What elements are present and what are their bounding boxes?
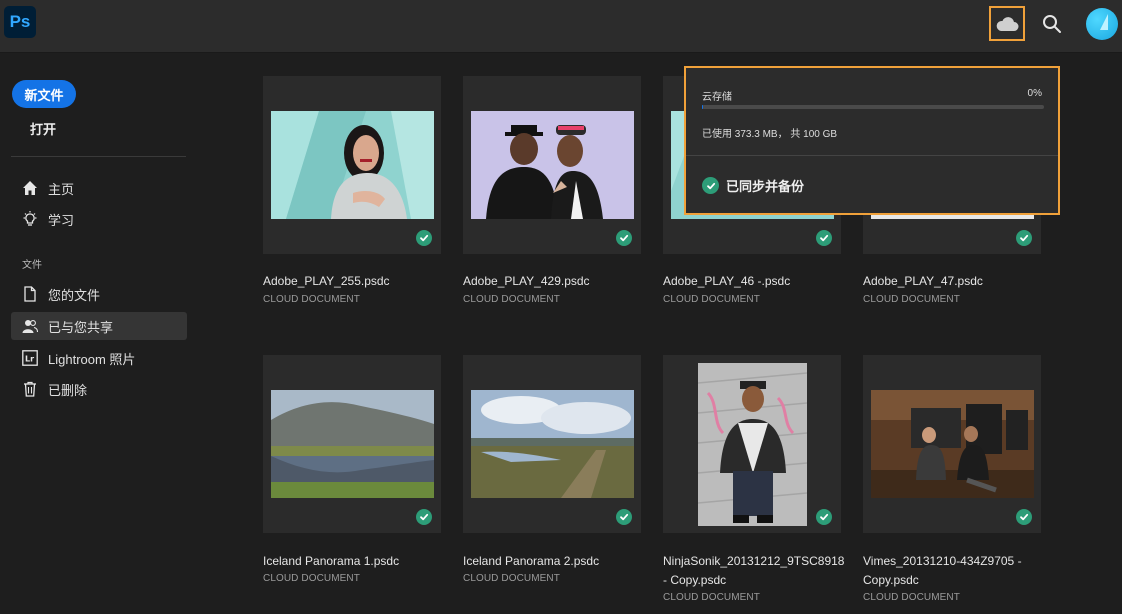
file-card[interactable]	[263, 355, 441, 533]
sidebar-item-label: 主页	[48, 181, 75, 197]
file-card[interactable]	[263, 76, 441, 254]
sidebar-item-home[interactable]: 主页	[11, 174, 187, 202]
sidebar: 新文件 打开 主页 学习 文件 您的文件 已与您共享 Lr Lightroom …	[0, 53, 200, 614]
user-avatar[interactable]	[1086, 8, 1118, 40]
file-card[interactable]	[463, 355, 641, 533]
file-type: CLOUD DOCUMENT	[463, 294, 560, 305]
cloud-icon	[996, 16, 1019, 31]
file-type: CLOUD DOCUMENT	[263, 294, 360, 305]
lightroom-icon: Lr	[21, 349, 39, 367]
file-name: Adobe_PLAY_46 -.psdc	[663, 274, 791, 288]
synced-check-icon	[816, 509, 832, 525]
sidebar-item-label: 已删除	[48, 382, 88, 398]
file-name: Adobe_PLAY_47.psdc	[863, 274, 983, 288]
file-thumbnail	[871, 390, 1034, 498]
file-type: CLOUD DOCUMENT	[863, 294, 960, 305]
sidebar-item-label: 已与您共享	[48, 319, 114, 335]
search-icon	[1043, 15, 1061, 33]
file-type: CLOUD DOCUMENT	[863, 592, 960, 603]
new-file-button[interactable]: 新文件	[12, 80, 76, 108]
file-card[interactable]	[663, 355, 841, 533]
top-bar: Ps	[0, 0, 1122, 53]
sync-status: 已同步并备份	[702, 176, 804, 195]
storage-title: 云存储	[702, 92, 732, 103]
sidebar-item-learn[interactable]: 学习	[11, 205, 187, 233]
sidebar-item-lightroom-photos[interactable]: Lr Lightroom 照片	[11, 344, 187, 372]
synced-check-icon	[702, 177, 719, 194]
sidebar-item-shared-with-you[interactable]: 已与您共享	[11, 312, 187, 340]
popover-divider	[686, 155, 1058, 156]
files-section-label: 文件	[22, 260, 42, 271]
synced-check-icon	[1016, 509, 1032, 525]
document-icon	[21, 285, 39, 303]
svg-text:Lr: Lr	[25, 355, 34, 364]
sidebar-item-label: Lightroom 照片	[48, 351, 136, 367]
sidebar-divider	[11, 156, 186, 157]
storage-usage-fill	[702, 105, 704, 109]
synced-check-icon	[816, 230, 832, 246]
storage-usage-bar	[702, 105, 1044, 109]
file-name: Adobe_PLAY_429.psdc	[463, 274, 590, 288]
file-name: Iceland Panorama 1.psdc	[263, 554, 400, 568]
file-name: NinjaSonik_20131212_9TSC8918 - Copy.psdc	[663, 554, 845, 587]
file-type: CLOUD DOCUMENT	[663, 592, 760, 603]
synced-check-icon	[1016, 230, 1032, 246]
cloud-storage-button[interactable]	[989, 6, 1025, 41]
sidebar-item-deleted[interactable]: 已删除	[11, 375, 187, 403]
people-icon	[21, 317, 39, 335]
synced-check-icon	[616, 509, 632, 525]
synced-check-icon	[416, 509, 432, 525]
file-name: Vimes_20131210-434Z9705 - Copy.psdc	[863, 554, 1022, 587]
cloud-storage-popover: 云存储 0% 已使用 373.3 MB， 共 100 GB 已同步并备份	[684, 66, 1060, 215]
lightbulb-icon	[21, 210, 39, 228]
synced-check-icon	[416, 230, 432, 246]
storage-usage-text: 已使用 373.3 MB， 共 100 GB	[702, 129, 838, 140]
file-thumbnail	[271, 390, 434, 498]
file-card[interactable]	[863, 355, 1041, 533]
file-thumbnail	[471, 390, 634, 498]
file-type: CLOUD DOCUMENT	[463, 573, 560, 584]
sidebar-item-label: 学习	[48, 212, 75, 228]
photoshop-logo[interactable]: Ps	[4, 6, 36, 38]
sidebar-item-label: 您的文件	[48, 287, 101, 303]
open-button[interactable]: 打开	[30, 119, 56, 138]
sidebar-item-your-files[interactable]: 您的文件	[11, 280, 187, 308]
search-button[interactable]	[1038, 10, 1066, 38]
file-thumbnail	[271, 111, 434, 219]
file-name: Adobe_PLAY_255.psdc	[263, 274, 390, 288]
file-thumbnail	[471, 111, 634, 219]
file-card[interactable]	[463, 76, 641, 254]
file-thumbnail	[698, 363, 807, 526]
sync-status-label: 已同步并备份	[726, 179, 805, 194]
file-type: CLOUD DOCUMENT	[663, 294, 760, 305]
trash-icon	[21, 380, 39, 398]
file-type: CLOUD DOCUMENT	[263, 573, 360, 584]
file-name: Iceland Panorama 2.psdc	[463, 554, 600, 568]
home-icon	[21, 179, 39, 197]
storage-percent: 0%	[1027, 88, 1042, 99]
synced-check-icon	[616, 230, 632, 246]
